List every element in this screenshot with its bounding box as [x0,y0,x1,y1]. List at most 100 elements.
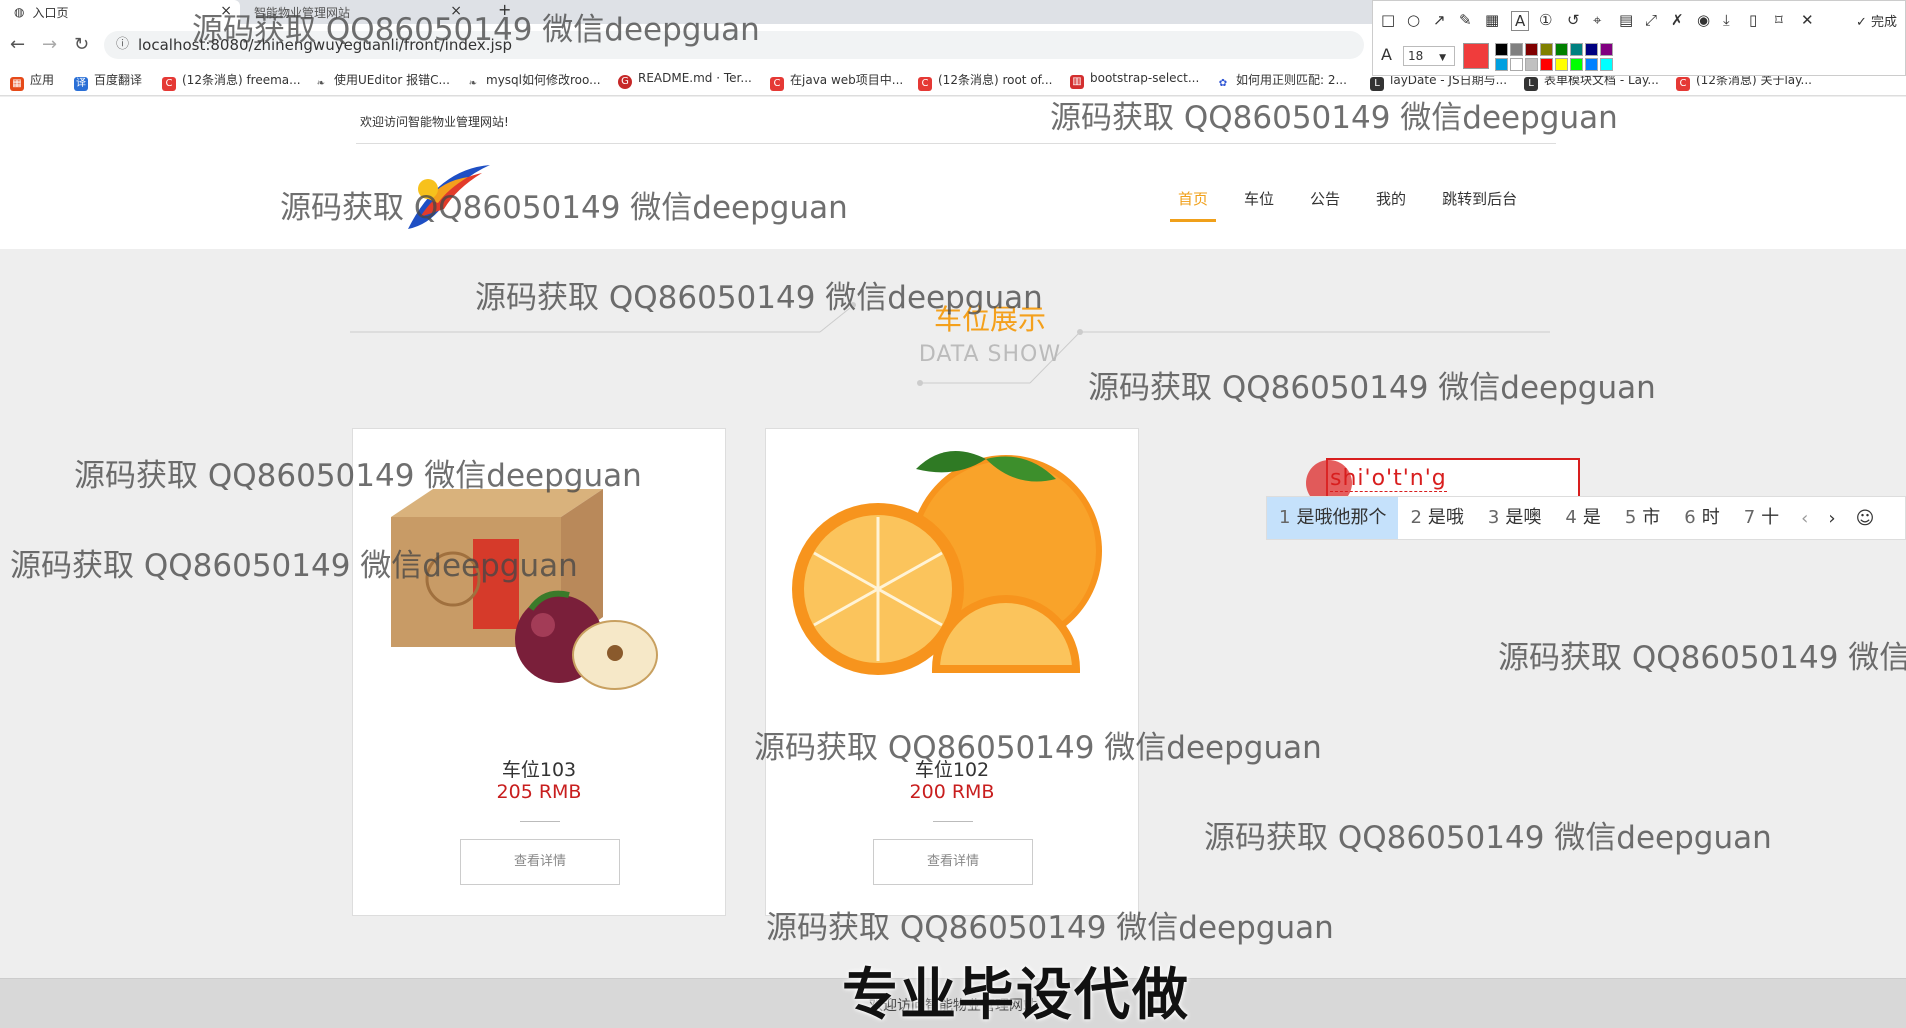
done-button[interactable]: ✓ 完成 [1856,11,1897,30]
ime-candidate[interactable]: 4是 [1553,497,1612,539]
view-details-button[interactable]: 查看详情 [873,839,1033,885]
text-tool-icon[interactable]: A [1511,11,1530,31]
bookmark-item[interactable]: ✿ 如何用正则匹配: 2... [1216,71,1347,91]
bookmark-item[interactable]: ❧ 使用UEditor 报错C... [314,71,450,91]
ime-candidate[interactable]: 2 是哦 [1398,497,1475,539]
view-details-button[interactable]: 查看详情 [460,839,620,885]
chevron-down-icon: ▼ [1439,53,1447,63]
section-subtitle: DATA SHOW [918,342,1062,367]
nav-admin[interactable]: 跳转到后台 [1424,192,1535,223]
tab-title: 入口页 [32,5,69,20]
bookmark-item[interactable]: G README.md · Ter... [618,71,752,89]
color-swatch[interactable] [1585,58,1598,71]
csdn-icon: C [770,77,784,91]
color-swatch[interactable] [1510,43,1523,56]
card-price: 205 RMB [496,781,582,803]
watermark-text: 源码获取 QQ86050149 微信deepguan [280,190,848,226]
divider [933,821,973,822]
cnblogs-icon: ▥ [1070,75,1084,89]
color-swatch[interactable] [1495,43,1508,56]
check-icon: ✓ [1855,15,1867,30]
bookmark-item[interactable]: ▥ bootstrap-select... [1070,71,1199,89]
color-swatch[interactable] [1600,43,1613,56]
current-color-swatch[interactable] [1463,43,1489,69]
ime-candidate[interactable]: 7十 [1732,497,1791,539]
watermark-text: 源码获取 QQ86050149 微信deepguan [1088,370,1656,406]
main-nav: 首页 车位 公告 我的 跳转到后台 [1160,192,1535,223]
chevron-right-icon[interactable]: › [1818,508,1845,529]
color-swatch[interactable] [1510,58,1523,71]
baidu-icon: ✿ [1216,77,1230,91]
color-swatch[interactable] [1555,43,1568,56]
ime-candidate-bar: 1 是哦他那个 2 是哦 3 是噢 4是 5市 6时 7十 ‹ › ☺ [1266,496,1906,540]
color-swatch[interactable] [1495,58,1508,71]
record-icon[interactable]: ◉ [1697,11,1710,29]
arrow-tool-icon[interactable]: ↗ [1433,11,1446,29]
forward-arrow-icon[interactable]: → [42,34,57,55]
layui-icon: L [1370,77,1384,91]
bookmark-item[interactable]: ▦ 应用 [10,71,54,91]
parking-card[interactable]: 车位102 200 RMB 查看详情 [765,428,1139,916]
ocr-icon[interactable]: ▤ [1619,11,1633,29]
slogan-overlay: 专业毕设代做 [842,963,1190,1028]
color-swatch[interactable] [1540,43,1553,56]
download-icon[interactable]: ⤓ [1723,11,1730,29]
bookmark-item[interactable]: C (12条消息) freema... [162,71,301,91]
leaf-icon: ❧ [466,77,480,91]
reload-icon[interactable]: ↻ [74,34,89,55]
close-icon[interactable]: ✕ [1801,11,1814,29]
mosaic-tool-icon[interactable]: ▦ [1485,11,1499,29]
emoji-icon[interactable]: ☺ [1846,508,1885,529]
info-icon[interactable]: ⓘ [116,31,129,59]
gitee-icon: G [618,75,632,89]
nav-parking[interactable]: 车位 [1226,192,1292,223]
color-swatch[interactable] [1585,43,1598,56]
bookmark-item[interactable]: ❧ mysql如何修改roo... [466,71,601,91]
rectangle-tool-icon[interactable]: □ [1381,11,1395,29]
color-swatch[interactable] [1570,58,1583,71]
watermark-text: 源码获取 QQ86050149 微信deepguan [192,12,760,48]
bookmark-icon[interactable]: ⌑ [1775,11,1783,29]
number-tool-icon[interactable]: ① [1539,11,1552,29]
color-swatch[interactable] [1600,58,1613,71]
leaf-icon: ❧ [314,77,328,91]
ime-candidate[interactable]: 3 是噢 [1476,497,1553,539]
nav-mine[interactable]: 我的 [1358,192,1424,223]
csdn-icon: C [1676,77,1690,91]
pin-icon[interactable]: ⌖ [1593,11,1601,29]
ime-candidate[interactable]: 6时 [1672,497,1731,539]
bookmark-item[interactable]: C (12条消息) root of... [918,71,1052,91]
parking-card[interactable]: 车位103 205 RMB 查看详情 [352,428,726,916]
color-swatch[interactable] [1525,43,1538,56]
color-swatch[interactable] [1540,58,1553,71]
chevron-left-icon[interactable]: ‹ [1791,508,1818,529]
undo-icon[interactable]: ↺ [1567,11,1580,29]
bookmark-item[interactable]: C 在java web项目中... [770,71,903,91]
watermark-text: 源码获取 QQ86050149 微信deepguan [74,458,642,494]
ime-candidate[interactable]: 1 是哦他那个 [1267,497,1399,539]
divider [356,143,1556,144]
color-swatch[interactable] [1525,58,1538,71]
watermark-text: 源码获取 QQ86050149 微信deepguan [475,280,1043,316]
watermark-text: 源码获取 QQ86050149 微信deepguan [766,910,1334,946]
watermark-text: 源码获取 QQ86050149 微信d [1498,640,1906,676]
divider [520,821,560,822]
nav-home[interactable]: 首页 [1160,192,1226,223]
font-size-select[interactable]: 18 ▼ [1403,46,1455,66]
csdn-icon: C [162,77,176,91]
magic-icon[interactable]: ✗ [1671,11,1684,29]
watermark-text: 源码获取 QQ86050149 微信deepguan [1050,100,1618,136]
color-swatch[interactable] [1570,43,1583,56]
bookmark-item[interactable]: 译百度翻译 [74,71,142,91]
ime-candidate[interactable]: 5市 [1613,497,1672,539]
color-swatch[interactable] [1555,58,1568,71]
expand-icon[interactable]: ⤢ [1645,11,1657,29]
pen-tool-icon[interactable]: ✎ [1459,11,1472,29]
product-image [792,451,1102,675]
watermark-text: 源码获取 QQ86050149 微信deepguan [1204,820,1772,856]
nav-notice[interactable]: 公告 [1292,192,1358,223]
ellipse-tool-icon[interactable]: ○ [1407,11,1420,29]
phone-icon[interactable]: ▯ [1749,11,1757,29]
card-price: 200 RMB [909,781,995,803]
back-arrow-icon[interactable]: ← [10,34,25,55]
